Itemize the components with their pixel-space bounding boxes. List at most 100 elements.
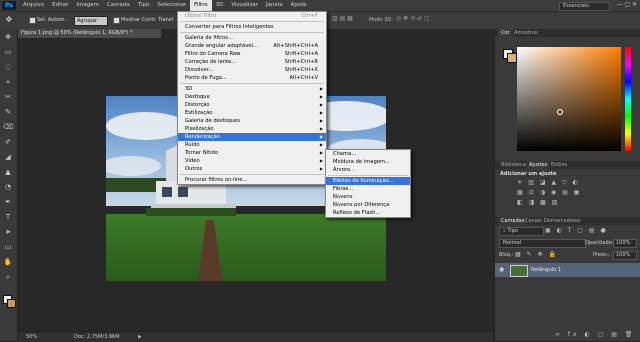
fill-input[interactable]: 100%: [613, 251, 637, 260]
adjustment-icons-row3[interactable]: ◧ ◨ ▩ ▨: [517, 199, 559, 206]
tool-icon-12[interactable]: ✒: [3, 198, 13, 207]
layer-filter-dropdown[interactable]: ⌕ Tipo: [499, 227, 544, 236]
tab-adjustments[interactable]: Ajustes: [526, 161, 551, 169]
filter-menu-item[interactable]: Desfoque ▶: [178, 93, 326, 101]
tool-icon-13[interactable]: T: [3, 213, 13, 222]
filter-menu-item: Último Filtro Ctrl+F: [178, 12, 326, 20]
layer-filter-icons[interactable]: ▣ ◐ T ▢ ▤ ●: [545, 227, 608, 234]
tool-icon-7[interactable]: ⌫: [3, 123, 13, 132]
color-picker-field[interactable]: [517, 47, 621, 151]
filter-menu-item[interactable]: Converter para Filtros Inteligentes: [178, 23, 326, 31]
filter-menu-item[interactable]: Grande angular adaptável... Alt+Shift+Ctr…: [178, 42, 326, 50]
filter-menu-item[interactable]: Galeria de desfoques ▶: [178, 117, 326, 125]
tool-icon-11[interactable]: ◔: [3, 183, 13, 192]
menu-camada[interactable]: Camada: [103, 0, 134, 11]
menu-visualizar[interactable]: Visualizar: [227, 0, 261, 11]
tool-icon-1[interactable]: ✥: [3, 33, 13, 42]
menu-selecionar[interactable]: Selecionar: [153, 0, 190, 11]
auto-select-dropdown[interactable]: Agrupar: [74, 16, 108, 26]
filter-menu-item[interactable]: 3D ▶: [178, 85, 326, 93]
render-submenu-item[interactable]: Nuvens: [326, 193, 410, 201]
menu-imagem[interactable]: Imagem: [72, 0, 103, 11]
filter-menu-item[interactable]: Correção de lente... Shift+Ctrl+R: [178, 58, 326, 66]
filter-menu-item[interactable]: Pixelização ▶: [178, 125, 326, 133]
tool-icon-2[interactable]: ▭: [3, 48, 13, 57]
tab-styles[interactable]: Estilos: [548, 161, 570, 169]
filter-menu-item[interactable]: Distorção ▶: [178, 101, 326, 109]
filter-menu-item[interactable]: Dissolver... Shift+Ctrl+X: [178, 66, 326, 74]
move-tool-icon[interactable]: ✥: [4, 15, 14, 24]
tool-background-swatch[interactable]: [7, 299, 16, 308]
opacity-input[interactable]: 100%: [613, 239, 637, 248]
auto-select-checkbox[interactable]: [29, 17, 36, 24]
tool-icon-16[interactable]: ✋: [3, 258, 13, 267]
color-picker-cursor[interactable]: [557, 109, 563, 115]
shortcut-label: Ctrl+F: [301, 13, 318, 19]
tool-icon-15[interactable]: ▭: [3, 243, 13, 252]
menu-separator: [180, 83, 324, 84]
opacity-label: Opacidade:: [585, 240, 614, 246]
3d-mode-icons[interactable]: ◎ ✥ ⟲ ⇄ ▢: [396, 15, 430, 23]
adjust-panel-tabs: Bibliotecas Ajustes Estilos: [495, 161, 640, 169]
tab-paths[interactable]: Demarcadores: [541, 217, 583, 225]
render-submenu-item-label: Nuvens: [333, 194, 353, 200]
tool-icon-14[interactable]: ➤: [3, 228, 13, 237]
tool-icon-8[interactable]: ✐: [3, 138, 13, 147]
fill-label: Preen.:: [593, 252, 611, 258]
layer-name[interactable]: Retângulo 1: [531, 267, 561, 273]
show-transform-checkbox[interactable]: [113, 17, 120, 24]
eye-icon[interactable]: ◉: [499, 266, 504, 273]
layers-panel-tabs: Camadas Canais Demarcadores: [495, 217, 640, 225]
menu-editar[interactable]: Editar: [48, 0, 72, 11]
background-color-swatch[interactable]: [507, 53, 517, 63]
layer-row-selected[interactable]: ◉ Retângulo 1: [495, 263, 640, 277]
filter-menu-item[interactable]: Outros ▶: [178, 165, 326, 173]
render-submenu-item[interactable]: Efeitos de Iluminação...: [326, 177, 410, 185]
window-controls[interactable]: — ▢ ✕: [616, 1, 637, 8]
render-submenu-item[interactable]: Fibras...: [326, 185, 410, 193]
filter-menu-item[interactable]: Procurar filtros on-line...: [178, 176, 326, 184]
document-tab[interactable]: Figura 1.png @ 50% (Retângulo 1, RGB/8*)…: [18, 29, 161, 38]
filter-menu-item[interactable]: Galeria de filtros...: [178, 34, 326, 42]
tool-icon-4[interactable]: ⌖: [3, 78, 13, 87]
filter-menu-item[interactable]: Tornar Nítido ▶: [178, 149, 326, 157]
menu-tipo[interactable]: Tipo: [134, 0, 154, 11]
adjustment-icons-row2[interactable]: ▦ ⚖ ◑ ◉ ▤ ▣: [517, 189, 581, 196]
render-submenu-item[interactable]: Chama...: [326, 150, 410, 158]
render-submenu-item[interactable]: Moldura de imagem...: [326, 158, 410, 166]
tool-icon-5[interactable]: ✂: [3, 93, 13, 102]
menu-arquivo[interactable]: Arquivo: [19, 0, 48, 11]
align-icons[interactable]: ▥ ▤ ▦: [332, 15, 353, 23]
filter-menu-item[interactable]: Estilização ▶: [178, 109, 326, 117]
tool-icon-17[interactable]: ⌕: [3, 273, 13, 282]
filter-menu-item[interactable]: Ponto de Fuga... Alt+Ctrl+V: [178, 74, 326, 82]
filter-menu-item[interactable]: Renderização ▶: [178, 133, 326, 141]
render-submenu-item[interactable]: Reflexo de Flash...: [326, 209, 410, 217]
blend-mode-dropdown[interactable]: Normal: [499, 239, 586, 248]
layer-filter-value: Tipo: [507, 228, 518, 234]
render-submenu-item-label: Árvore...: [333, 167, 356, 173]
menu-filtro[interactable]: Filtro: [190, 0, 212, 11]
layer-bottom-icons[interactable]: ∞ fx ◐ ▢ ▤ 🗑: [555, 331, 635, 338]
filter-menu-item-label: Filtro do Camera Raw: [185, 51, 241, 57]
menu-janela[interactable]: Janela: [262, 0, 287, 11]
adjustment-icons-row1[interactable]: ☀ ▥ ◪ ▲ ▽ ◐: [517, 179, 580, 186]
render-submenu-item[interactable]: Nuvens por Diferença: [326, 201, 410, 209]
hue-slider[interactable]: [625, 47, 631, 151]
filter-menu-item[interactable]: Vídeo ▶: [178, 157, 326, 165]
workspace-switcher[interactable]: Essenciais: [559, 2, 610, 11]
lock-icons[interactable]: ▦ ✎ ✥ 🔒: [515, 251, 558, 258]
render-submenu-item[interactable]: Árvore...: [326, 166, 410, 174]
tab-swatches[interactable]: Amostras: [511, 29, 541, 37]
filter-menu-item-label: Desfoque: [185, 94, 210, 100]
tool-icon-10[interactable]: ▲: [3, 168, 13, 177]
filter-menu-item[interactable]: Filtro do Camera Raw Shift+Ctrl+A: [178, 50, 326, 58]
render-submenu-item-label: Efeitos de Iluminação...: [333, 178, 394, 184]
tool-icon-3[interactable]: ◌: [3, 63, 13, 72]
menu-ajuda[interactable]: Ajuda: [287, 0, 311, 11]
tool-icon-6[interactable]: ✎: [3, 108, 13, 117]
filter-menu-item[interactable]: Ruído ▶: [178, 141, 326, 149]
tools-panel: ✥ ▭ ◌ ⌖ ✂ ✎ ⌫ ✐ ◢ ▲ ◔ ✒ T ➤ ▭ ✋ ⌕: [0, 29, 18, 341]
menu-3d[interactable]: 3D: [212, 0, 228, 11]
tool-icon-9[interactable]: ◢: [3, 153, 13, 162]
